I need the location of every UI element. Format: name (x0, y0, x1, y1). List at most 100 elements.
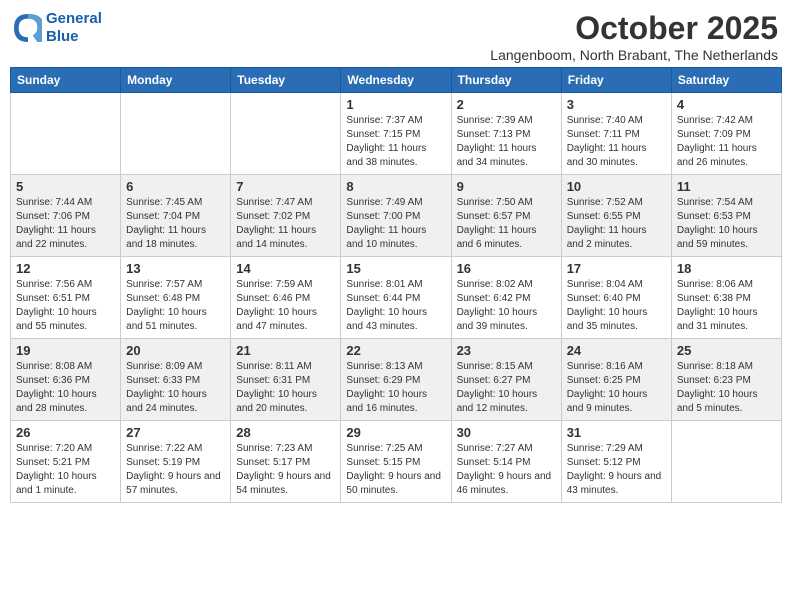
column-header-wednesday: Wednesday (341, 68, 451, 93)
day-info: Sunrise: 8:09 AM Sunset: 6:33 PM Dayligh… (126, 360, 225, 416)
column-header-thursday: Thursday (451, 68, 561, 93)
calendar-cell: 20 Sunrise: 8:09 AM Sunset: 6:33 PM Dayli… (121, 339, 231, 421)
day-number: 29 (346, 425, 445, 440)
page-header: General Blue October 2025 Langenboom, No… (10, 10, 782, 63)
day-info: Sunrise: 7:22 AM Sunset: 5:19 PM Dayligh… (126, 442, 225, 498)
location-subtitle: Langenboom, North Brabant, The Netherlan… (490, 47, 778, 63)
day-number: 21 (236, 343, 335, 358)
title-section: October 2025 Langenboom, North Brabant, … (490, 10, 778, 63)
calendar-cell (671, 421, 781, 503)
calendar-cell: 1Sunrise: 7:37 AM Sunset: 7:15 PM Daylig… (341, 93, 451, 175)
day-info: Sunrise: 7:42 AM Sunset: 7:09 PM Dayligh… (677, 114, 776, 170)
calendar-cell: 12Sunrise: 7:56 AM Sunset: 6:51 PM Dayli… (11, 257, 121, 339)
day-number: 19 (16, 343, 115, 358)
day-number: 4 (677, 97, 776, 112)
day-number: 25 (677, 343, 776, 358)
calendar-cell: 23Sunrise: 8:15 AM Sunset: 6:27 PM Dayli… (451, 339, 561, 421)
day-info: Sunrise: 8:02 AM Sunset: 6:42 PM Dayligh… (457, 278, 556, 334)
calendar-cell: 3Sunrise: 7:40 AM Sunset: 7:11 PM Daylig… (561, 93, 671, 175)
day-number: 28 (236, 425, 335, 440)
day-info: Sunrise: 7:54 AM Sunset: 6:53 PM Dayligh… (677, 196, 776, 252)
calendar-cell: 13Sunrise: 7:57 AM Sunset: 6:48 PM Dayli… (121, 257, 231, 339)
calendar-cell: 25 Sunrise: 8:18 AM Sunset: 6:23 PM Dayli… (671, 339, 781, 421)
day-number: 31 (567, 425, 666, 440)
calendar-cell: 6 Sunrise: 7:45 AM Sunset: 7:04 PM Daylig… (121, 175, 231, 257)
calendar-week-row: 12Sunrise: 7:56 AM Sunset: 6:51 PM Dayli… (11, 257, 782, 339)
day-info: Sunrise: 7:27 AM Sunset: 5:14 PM Dayligh… (457, 442, 556, 498)
day-info: Sunrise: 8:16 AM Sunset: 6:25 PM Dayligh… (567, 360, 666, 416)
day-info: Sunrise: 7:59 AM Sunset: 6:46 PM Dayligh… (236, 278, 335, 334)
day-number: 20 (126, 343, 225, 358)
calendar-cell: 24 Sunrise: 8:16 AM Sunset: 6:25 PM Dayli… (561, 339, 671, 421)
day-number: 30 (457, 425, 556, 440)
day-info: Sunrise: 7:57 AM Sunset: 6:48 PM Dayligh… (126, 278, 225, 334)
day-info: Sunrise: 8:01 AM Sunset: 6:44 PM Dayligh… (346, 278, 445, 334)
day-info: Sunrise: 7:47 AM Sunset: 7:02 PM Dayligh… (236, 196, 335, 252)
calendar-cell: 17Sunrise: 8:04 AM Sunset: 6:40 PM Dayli… (561, 257, 671, 339)
calendar-cell: 11 Sunrise: 7:54 AM Sunset: 6:53 PM Dayli… (671, 175, 781, 257)
calendar-cell: 9Sunrise: 7:50 AM Sunset: 6:57 PM Daylig… (451, 175, 561, 257)
logo-icon (14, 14, 42, 42)
calendar-week-row: 19 Sunrise: 8:08 AM Sunset: 6:36 PM Dayli… (11, 339, 782, 421)
calendar-cell: 30 Sunrise: 7:27 AM Sunset: 5:14 PM Dayli… (451, 421, 561, 503)
calendar-cell (11, 93, 121, 175)
day-info: Sunrise: 7:49 AM Sunset: 7:00 PM Dayligh… (346, 196, 445, 252)
day-number: 18 (677, 261, 776, 276)
calendar-week-row: 5Sunrise: 7:44 AM Sunset: 7:06 PM Daylig… (11, 175, 782, 257)
day-info: Sunrise: 8:18 AM Sunset: 6:23 PM Dayligh… (677, 360, 776, 416)
day-number: 16 (457, 261, 556, 276)
calendar-table: SundayMondayTuesdayWednesdayThursdayFrid… (10, 67, 782, 503)
day-number: 11 (677, 179, 776, 194)
day-info: Sunrise: 7:37 AM Sunset: 7:15 PM Dayligh… (346, 114, 445, 170)
calendar-cell: 14 Sunrise: 7:59 AM Sunset: 6:46 PM Dayli… (231, 257, 341, 339)
calendar-cell: 4 Sunrise: 7:42 AM Sunset: 7:09 PM Daylig… (671, 93, 781, 175)
calendar-cell: 8 Sunrise: 7:49 AM Sunset: 7:00 PM Daylig… (341, 175, 451, 257)
day-info: Sunrise: 7:20 AM Sunset: 5:21 PM Dayligh… (16, 442, 115, 498)
day-number: 24 (567, 343, 666, 358)
day-info: Sunrise: 8:11 AM Sunset: 6:31 PM Dayligh… (236, 360, 335, 416)
day-number: 3 (567, 97, 666, 112)
day-number: 22 (346, 343, 445, 358)
day-number: 17 (567, 261, 666, 276)
day-number: 6 (126, 179, 225, 194)
column-header-tuesday: Tuesday (231, 68, 341, 93)
calendar-cell: 15 Sunrise: 8:01 AM Sunset: 6:44 PM Dayli… (341, 257, 451, 339)
day-info: Sunrise: 7:25 AM Sunset: 5:15 PM Dayligh… (346, 442, 445, 498)
day-number: 8 (346, 179, 445, 194)
column-header-sunday: Sunday (11, 68, 121, 93)
day-info: Sunrise: 8:08 AM Sunset: 6:36 PM Dayligh… (16, 360, 115, 416)
month-title: October 2025 (490, 10, 778, 47)
calendar-header-row: SundayMondayTuesdayWednesdayThursdayFrid… (11, 68, 782, 93)
calendar-cell: 16 Sunrise: 8:02 AM Sunset: 6:42 PM Dayli… (451, 257, 561, 339)
day-number: 23 (457, 343, 556, 358)
day-info: Sunrise: 7:29 AM Sunset: 5:12 PM Dayligh… (567, 442, 666, 498)
day-number: 14 (236, 261, 335, 276)
calendar-cell (231, 93, 341, 175)
day-number: 10 (567, 179, 666, 194)
day-info: Sunrise: 7:50 AM Sunset: 6:57 PM Dayligh… (457, 196, 556, 252)
calendar-cell: 28Sunrise: 7:23 AM Sunset: 5:17 PM Dayli… (231, 421, 341, 503)
day-info: Sunrise: 7:45 AM Sunset: 7:04 PM Dayligh… (126, 196, 225, 252)
calendar-cell: 5Sunrise: 7:44 AM Sunset: 7:06 PM Daylig… (11, 175, 121, 257)
calendar-cell: 2 Sunrise: 7:39 AM Sunset: 7:13 PM Daylig… (451, 93, 561, 175)
logo-text: General Blue (46, 10, 102, 46)
calendar-cell: 21 Sunrise: 8:11 AM Sunset: 6:31 PM Dayli… (231, 339, 341, 421)
day-info: Sunrise: 7:39 AM Sunset: 7:13 PM Dayligh… (457, 114, 556, 170)
day-number: 2 (457, 97, 556, 112)
day-number: 27 (126, 425, 225, 440)
calendar-cell: 18Sunrise: 8:06 AM Sunset: 6:38 PM Dayli… (671, 257, 781, 339)
calendar-cell: 19 Sunrise: 8:08 AM Sunset: 6:36 PM Dayli… (11, 339, 121, 421)
calendar-week-row: 1Sunrise: 7:37 AM Sunset: 7:15 PM Daylig… (11, 93, 782, 175)
day-number: 7 (236, 179, 335, 194)
day-info: Sunrise: 7:44 AM Sunset: 7:06 PM Dayligh… (16, 196, 115, 252)
calendar-cell: 29 Sunrise: 7:25 AM Sunset: 5:15 PM Dayli… (341, 421, 451, 503)
calendar-cell (121, 93, 231, 175)
calendar-cell: 10 Sunrise: 7:52 AM Sunset: 6:55 PM Dayli… (561, 175, 671, 257)
calendar-cell: 7 Sunrise: 7:47 AM Sunset: 7:02 PM Daylig… (231, 175, 341, 257)
calendar-cell: 26 Sunrise: 7:20 AM Sunset: 5:21 PM Dayli… (11, 421, 121, 503)
day-number: 15 (346, 261, 445, 276)
day-number: 26 (16, 425, 115, 440)
day-info: Sunrise: 7:52 AM Sunset: 6:55 PM Dayligh… (567, 196, 666, 252)
column-header-monday: Monday (121, 68, 231, 93)
logo: General Blue (14, 10, 102, 46)
